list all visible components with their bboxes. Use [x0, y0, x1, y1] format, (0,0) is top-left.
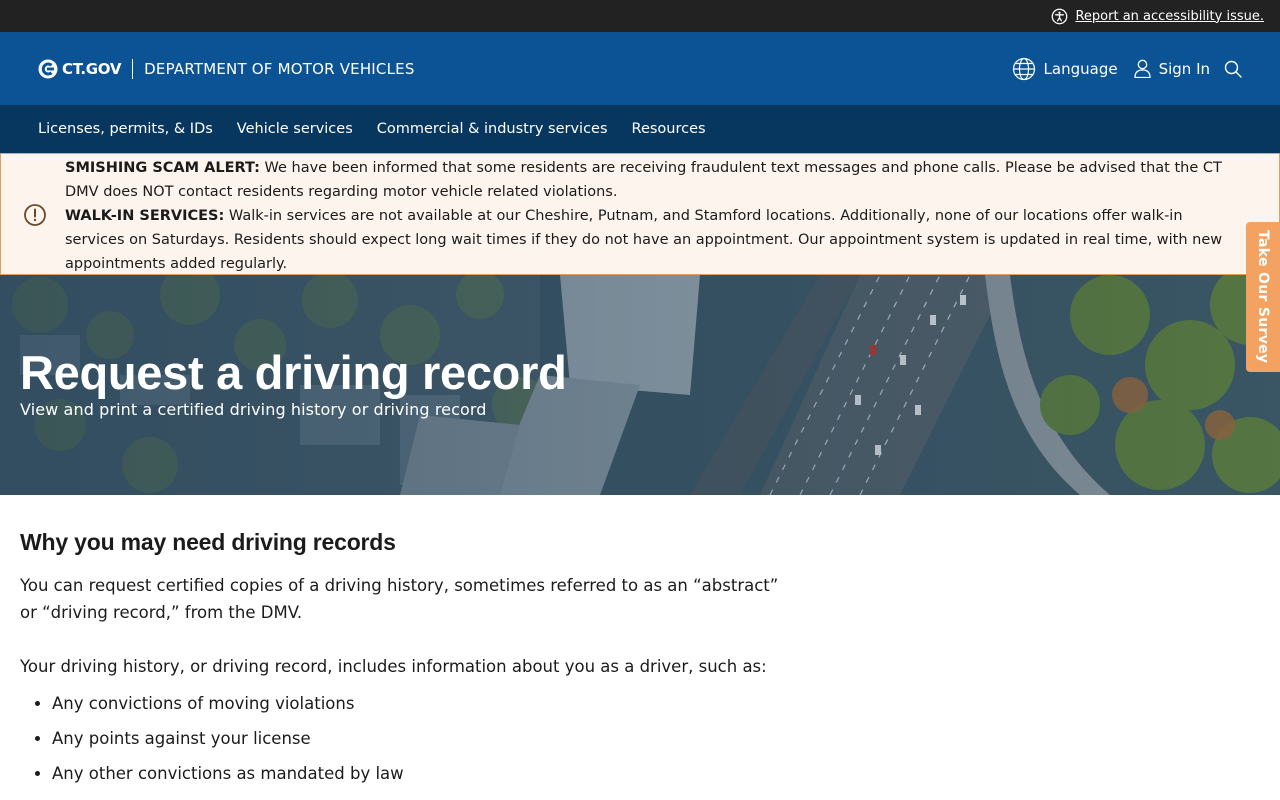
survey-tab-label: Take Our Survey [1255, 230, 1271, 364]
main-content: Why you may need driving records You can… [0, 495, 820, 791]
language-label: Language [1043, 59, 1118, 78]
accessibility-icon [1052, 8, 1068, 24]
list-item: Any convictions of moving violations [52, 686, 800, 721]
scam-alert: SMISHING SCAM ALERT: We have been inform… [65, 156, 1239, 204]
language-button[interactable]: Language [1012, 57, 1118, 81]
record-contents-list: Any convictions of moving violations Any… [20, 686, 800, 791]
list-item: Any points against your license [52, 721, 800, 756]
brand[interactable]: CT.GOV DEPARTMENT OF MOTOR VEHICLES [38, 58, 415, 79]
page-title: Request a driving record [20, 346, 567, 399]
page-subtitle: View and print a certified driving histo… [20, 400, 487, 419]
ct-gov-logo[interactable]: CT.GOV [38, 59, 121, 79]
search-icon [1224, 60, 1242, 78]
nav-item-commercial[interactable]: Commercial & industry services [377, 121, 608, 137]
alert-icon [24, 204, 46, 226]
main-nav: Licenses, permits, & IDs Vehicle service… [0, 105, 1280, 153]
hero-banner: Request a driving record View and print … [0, 275, 1280, 495]
globe-icon [1012, 57, 1035, 80]
search-button[interactable] [1224, 60, 1242, 78]
scam-alert-heading: SMISHING SCAM ALERT: [65, 160, 260, 176]
accessibility-report-link[interactable]: Report an accessibility issue. [1051, 8, 1264, 25]
nav-item-resources[interactable]: Resources [632, 121, 706, 137]
site-header: CT.GOV DEPARTMENT OF MOTOR VEHICLES Lang… [0, 32, 1280, 105]
header-tools: Language Sign In [1012, 57, 1242, 81]
survey-tab[interactable]: Take Our Survey [1246, 222, 1280, 372]
nav-item-licenses[interactable]: Licenses, permits, & IDs [38, 121, 213, 137]
hero-text: Request a driving record View and print … [20, 346, 567, 420]
alert-banner: SMISHING SCAM ALERT: We have been inform… [0, 153, 1280, 275]
sign-in-label: Sign In [1158, 59, 1210, 78]
section-title: Why you may need driving records [20, 529, 396, 555]
logo-text: CT.GOV [62, 59, 122, 78]
list-item: Any other convictions as mandated by law [52, 756, 800, 791]
accessibility-link-label: Report an accessibility issue. [1075, 8, 1264, 24]
record-info-paragraph: Your driving history, or driving record,… [20, 657, 767, 676]
sign-in-button[interactable]: Sign In [1133, 59, 1210, 78]
brand-divider [132, 58, 134, 79]
nav-item-vehicle-services[interactable]: Vehicle services [237, 121, 353, 137]
walkin-alert-text: Walk-in services are not available at ou… [65, 208, 1223, 272]
agency-name[interactable]: DEPARTMENT OF MOTOR VEHICLES [144, 60, 414, 78]
utility-bar: Report an accessibility issue. [0, 0, 1280, 32]
user-icon [1133, 59, 1151, 78]
walkin-alert: WALK-IN SERVICES: Walk-in services are n… [65, 204, 1239, 276]
walkin-alert-heading: WALK-IN SERVICES: [65, 208, 225, 224]
intro-paragraph: You can request certified copies of a dr… [20, 576, 779, 622]
ct-logo-icon [38, 59, 58, 78]
